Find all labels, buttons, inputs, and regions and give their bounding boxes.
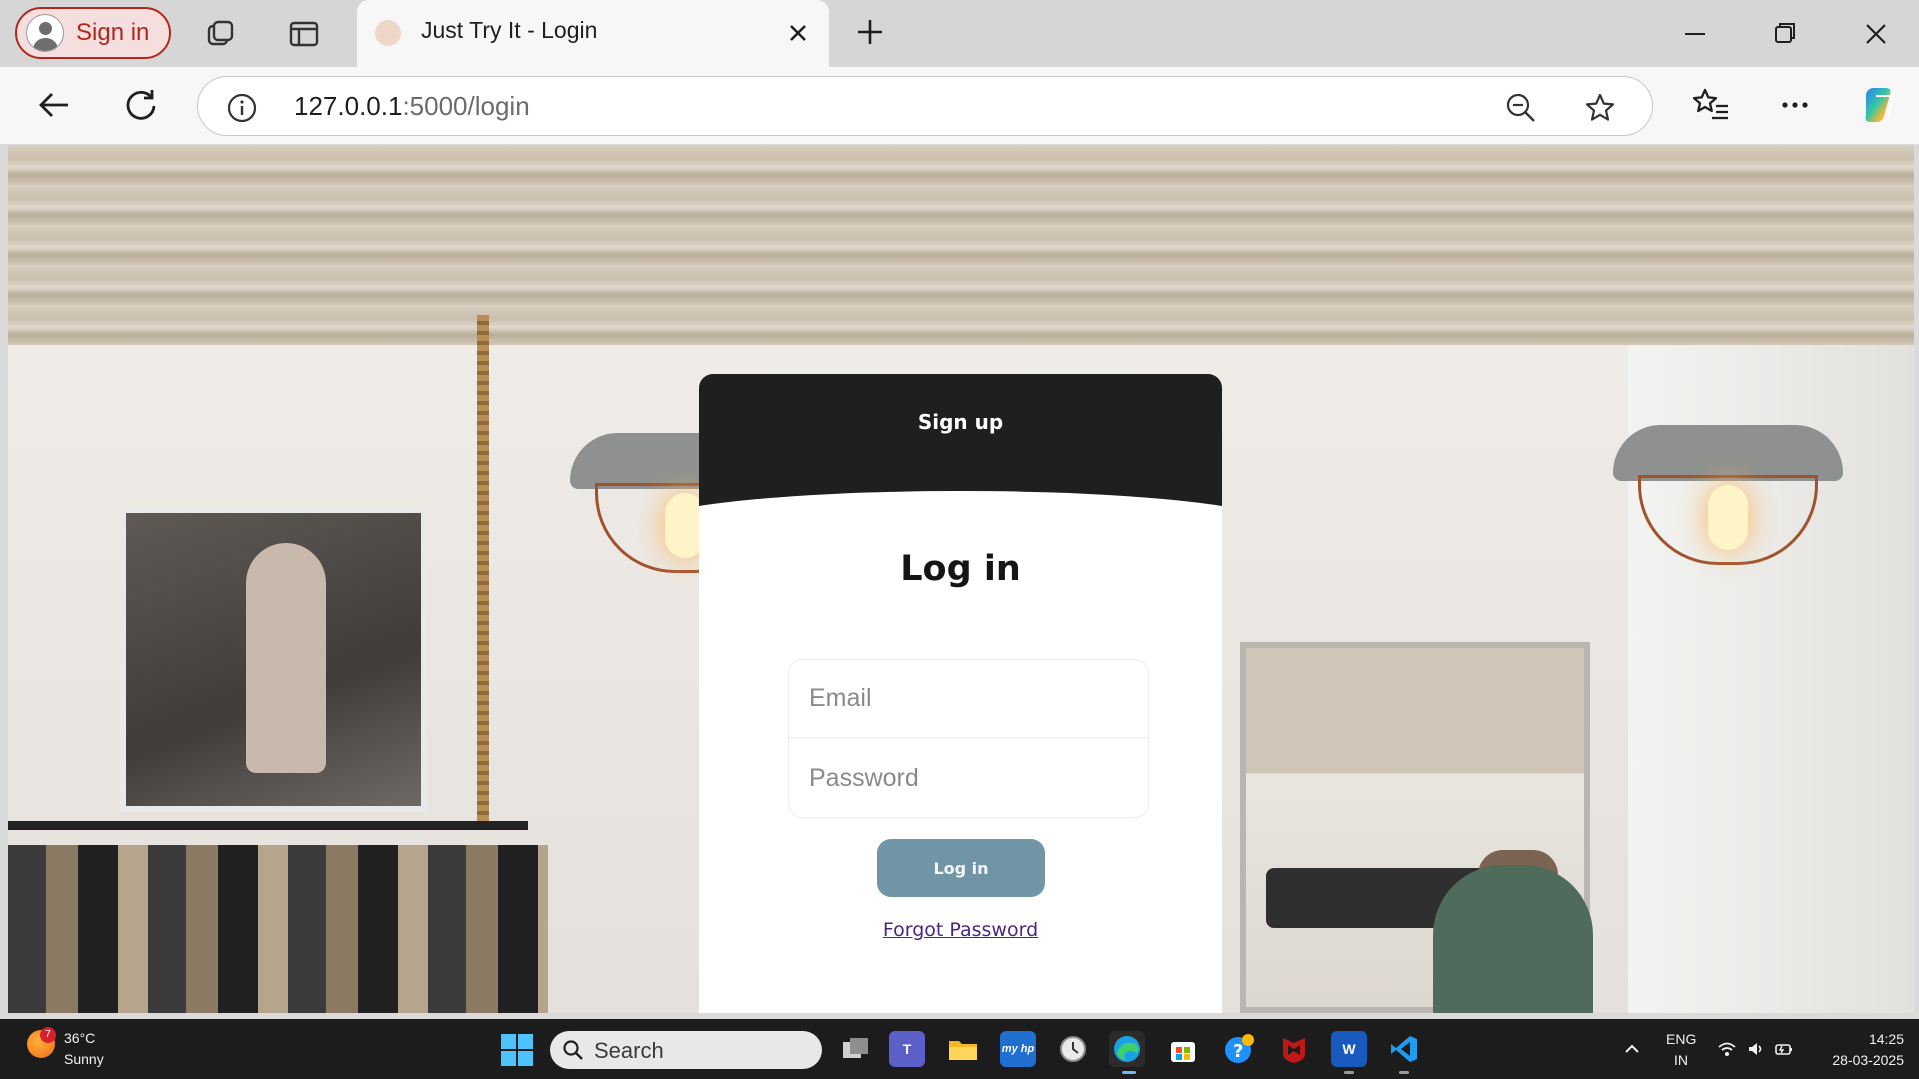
search-label: Search (594, 1038, 664, 1063)
page-title: Log in (900, 549, 1021, 589)
weather-description: Sunny (64, 1051, 104, 1067)
close-tab-icon[interactable] (783, 18, 813, 48)
mcafee-icon[interactable] (1276, 1031, 1312, 1067)
file-explorer-icon[interactable] (945, 1031, 981, 1067)
back-arrow-icon[interactable] (32, 82, 78, 128)
favorites-list-icon[interactable] (1688, 82, 1734, 128)
tab-title: Just Try It - Login (421, 17, 598, 43)
language-indicator-line2[interactable]: IN (1666, 1052, 1696, 1068)
browser-toolbar: 127.0.0.1:5000/login (0, 67, 1919, 144)
windows-start-icon[interactable] (501, 1034, 533, 1066)
more-options-icon[interactable] (1772, 82, 1818, 128)
page-viewport: Sign up Log in Log in Forgot Password (8, 145, 1914, 1013)
avatar-icon (26, 14, 64, 52)
sign-up-link[interactable]: Sign up (699, 410, 1222, 434)
restore-icon[interactable] (1763, 12, 1807, 56)
microsoft-store-icon[interactable] (1165, 1031, 1201, 1067)
tab-just-try-it-login[interactable]: Just Try It - Login (357, 0, 829, 67)
taskbar-search[interactable]: Search (550, 1031, 822, 1069)
background-clothes (8, 845, 548, 1013)
help-icon[interactable]: ? (1221, 1031, 1257, 1067)
vscode-icon[interactable] (1386, 1031, 1422, 1067)
windows-taskbar: 7 36°C Sunny Search T my hp ? W ENG IN 1… (0, 1019, 1919, 1079)
clock-date[interactable]: 28-03-2025 (1808, 1052, 1904, 1068)
refresh-icon[interactable] (118, 82, 164, 128)
background-ceiling (8, 145, 1914, 345)
profile-label: Sign in (76, 19, 150, 46)
email-field[interactable] (789, 660, 1148, 738)
url-host: 127.0.0.1 (294, 91, 403, 121)
browser-title-bar: Sign in Just Try It - Login (0, 0, 1919, 67)
background-clothes-rack (8, 821, 528, 830)
workspaces-icon[interactable] (201, 14, 241, 54)
profile-sign-in-button[interactable]: Sign in (15, 7, 171, 59)
close-window-icon[interactable] (1854, 12, 1898, 56)
background-rope (477, 315, 489, 821)
search-icon (563, 1040, 583, 1060)
url-text[interactable]: 127.0.0.1:5000/login (294, 91, 530, 122)
language-indicator-line1[interactable]: ENG (1666, 1031, 1696, 1047)
site-info-icon[interactable] (226, 92, 258, 124)
background-poster (120, 507, 427, 812)
login-button[interactable]: Log in (877, 839, 1045, 897)
vertical-tabs-icon[interactable] (284, 14, 324, 54)
favorite-star-icon[interactable] (1583, 91, 1617, 125)
teams-icon[interactable]: T (889, 1031, 925, 1067)
clock-time[interactable]: 14:25 (1808, 1031, 1904, 1047)
background-person (1433, 865, 1593, 1013)
task-view-icon[interactable] (838, 1031, 874, 1067)
weather-temperature: 36°C (64, 1030, 96, 1046)
wifi-icon[interactable] (1717, 1039, 1737, 1059)
weather-badge: 7 (40, 1027, 56, 1043)
login-form (788, 659, 1149, 818)
minimize-icon[interactable] (1673, 12, 1717, 56)
site-favicon-icon (375, 20, 401, 46)
password-field[interactable] (789, 739, 1148, 817)
address-bar[interactable]: 127.0.0.1:5000/login (197, 76, 1653, 136)
volume-icon[interactable] (1746, 1039, 1766, 1059)
new-tab-plus-icon[interactable] (850, 12, 890, 52)
edge-running-indicator (1122, 1071, 1136, 1074)
word-icon[interactable]: W (1331, 1031, 1367, 1067)
copilot-icon[interactable] (1856, 82, 1902, 128)
login-card: Sign up Log in Log in Forgot Password (699, 374, 1222, 1013)
edge-browser-icon[interactable] (1109, 1031, 1145, 1067)
url-path: :5000/login (402, 91, 530, 121)
zoom-out-icon[interactable] (1504, 91, 1538, 125)
chevron-up-icon[interactable] (1622, 1039, 1642, 1059)
svg-text:?: ? (1233, 1041, 1243, 1062)
background-lamp-right (1613, 425, 1843, 575)
vscode-running-indicator (1399, 1071, 1409, 1074)
battery-icon[interactable] (1774, 1039, 1794, 1059)
word-running-indicator (1344, 1071, 1354, 1074)
forgot-password-link[interactable]: Forgot Password (699, 919, 1222, 941)
myhp-icon[interactable]: my hp (1000, 1031, 1036, 1067)
clock-app-icon[interactable] (1055, 1031, 1091, 1067)
